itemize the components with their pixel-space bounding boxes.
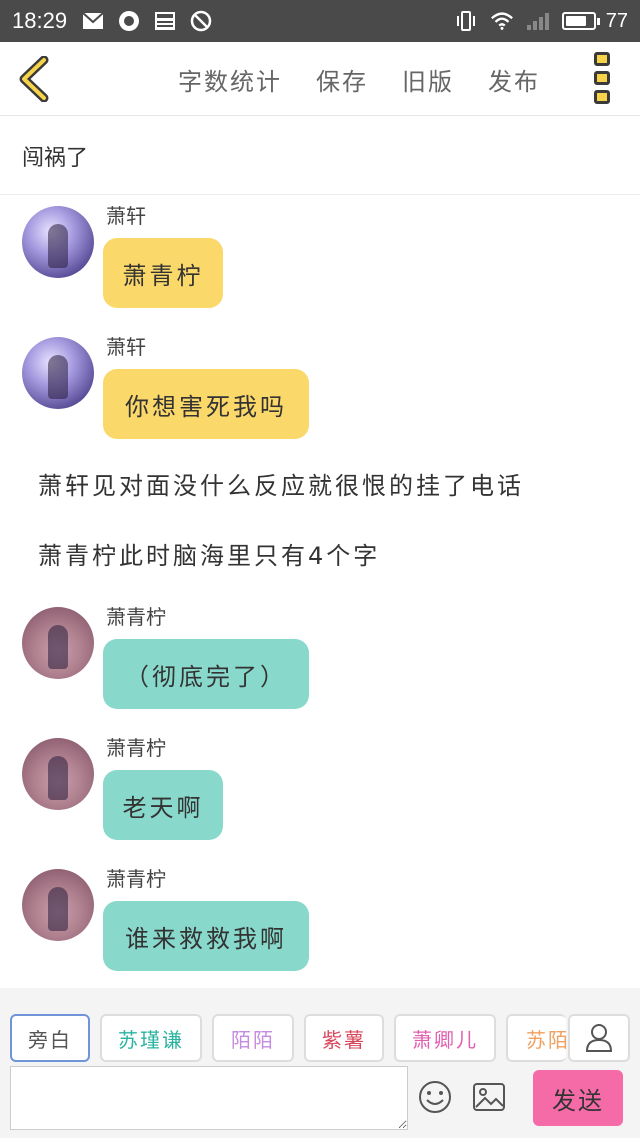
word-count-button[interactable]: 字数统计 (178, 62, 282, 97)
role-chip[interactable]: 紫薯 (304, 1014, 384, 1062)
chat-area[interactable]: 萧轩 萧青柠 萧轩 你想害死我吗 萧轩见对面没什么反应就很恨的挂了电话 萧青柠此… (0, 196, 640, 988)
back-button[interactable] (16, 55, 50, 103)
chapter-title: 闯祸了 (22, 145, 89, 171)
app-icon (117, 9, 141, 33)
role-chip[interactable]: 陌陌 (212, 1014, 294, 1062)
avatar[interactable] (22, 607, 94, 679)
message-bubble[interactable]: 萧青柠 (103, 238, 223, 308)
status-time: 18:29 (12, 8, 68, 33)
vibrate-icon (454, 9, 478, 33)
sender-name: 萧青柠 (106, 736, 166, 760)
image-button[interactable] (472, 1082, 506, 1112)
message-bubble[interactable]: （彻底完了） (103, 639, 309, 709)
smiley-icon (419, 1081, 451, 1113)
send-button[interactable]: 发送 (533, 1070, 623, 1126)
emoji-button[interactable] (418, 1080, 452, 1114)
narration-text[interactable]: 萧轩见对面没什么反应就很恨的挂了电话 (38, 466, 524, 501)
news-icon (153, 9, 177, 33)
message-bubble[interactable]: 老天啊 (103, 770, 223, 840)
block-icon (189, 9, 213, 33)
status-bar: 18:29 77 (0, 0, 640, 42)
signal-icon (526, 9, 550, 33)
save-button[interactable]: 保存 (316, 62, 368, 97)
sender-name: 萧轩 (106, 335, 146, 359)
role-chip-narrator[interactable]: 旁白 (10, 1014, 90, 1062)
sender-name: 萧轩 (106, 204, 146, 228)
image-icon (473, 1083, 505, 1111)
avatar[interactable] (22, 738, 94, 810)
role-selector-bar: 旁白 苏瑾谦 陌陌 紫薯 萧卿儿 苏陌 (0, 988, 640, 1062)
message-bubble[interactable]: 你想害死我吗 (103, 369, 309, 439)
avatar[interactable] (22, 337, 94, 409)
avatar[interactable] (22, 206, 94, 278)
role-chip[interactable]: 苏陌 (506, 1014, 566, 1062)
input-bar: 发送 (0, 1062, 640, 1138)
role-chip[interactable]: 苏瑾谦 (100, 1014, 202, 1062)
narration-text[interactable]: 萧青柠此时脑海里只有4个字 (38, 536, 380, 571)
old-version-button[interactable]: 旧版 (402, 62, 454, 97)
battery-icon (561, 12, 600, 30)
message-bubble[interactable]: 谁来救救我啊 (103, 901, 309, 971)
more-dot-icon (594, 71, 610, 85)
chevron-left-icon (19, 55, 49, 103)
chapter-title-row[interactable]: 闯祸了 (0, 117, 640, 195)
avatar[interactable] (22, 869, 94, 941)
role-chip[interactable]: 萧卿儿 (394, 1014, 496, 1062)
mail-icon (81, 9, 105, 33)
publish-button[interactable]: 发布 (488, 62, 540, 97)
editor-toolbar: 字数统计 保存 旧版 发布 (0, 42, 640, 116)
more-dot-icon (594, 52, 610, 66)
more-dot-icon (594, 90, 610, 104)
sender-name: 萧青柠 (106, 605, 166, 629)
add-role-button[interactable] (568, 1014, 630, 1062)
message-input[interactable] (10, 1066, 408, 1130)
more-menu-button[interactable] (594, 52, 614, 104)
sender-name: 萧青柠 (106, 867, 166, 891)
person-icon (585, 1024, 613, 1052)
battery-level: 77 (605, 9, 628, 32)
wifi-icon (490, 9, 514, 33)
